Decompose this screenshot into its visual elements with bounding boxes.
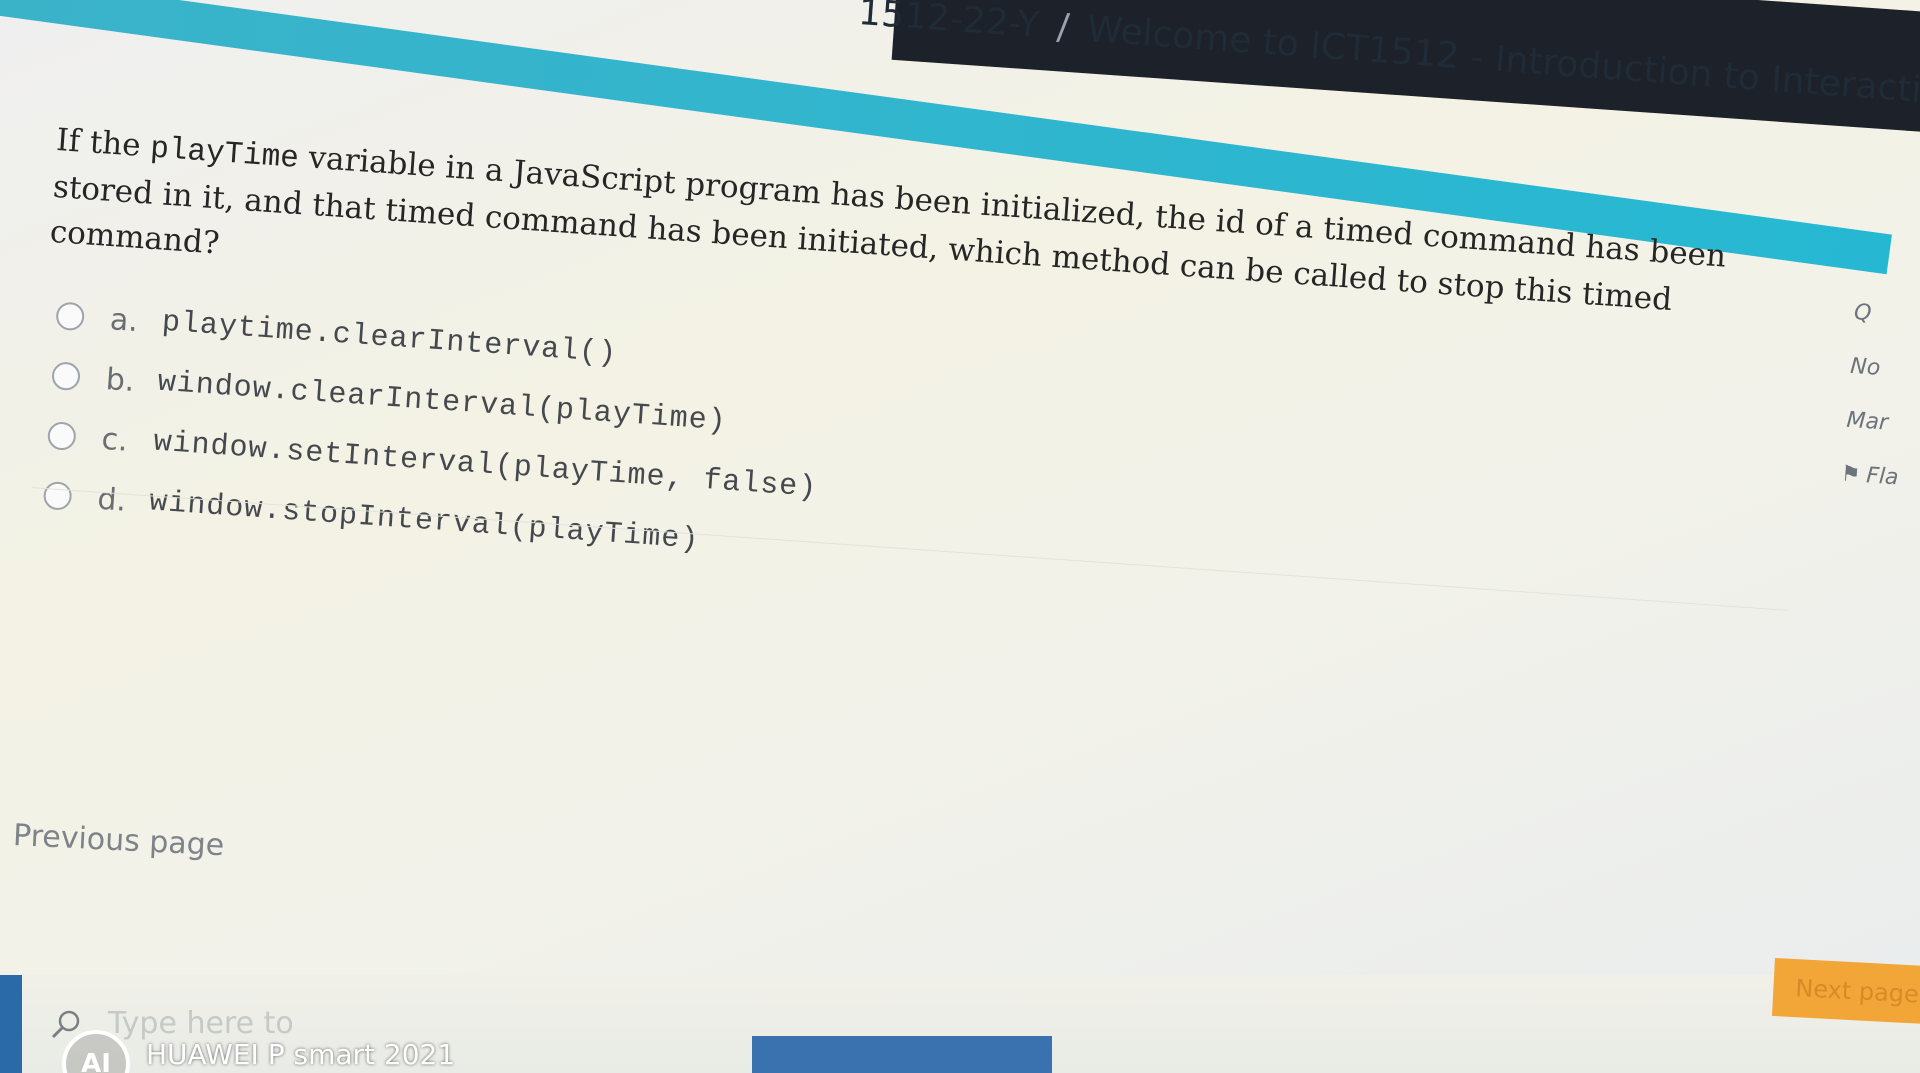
taskbar-app-button[interactable] — [752, 1036, 1052, 1073]
next-page-button[interactable]: Next page — [1771, 958, 1920, 1025]
question-status-label: No — [1849, 353, 1882, 381]
flag-icon: ⚑ — [1841, 461, 1868, 489]
radio-button-d[interactable] — [42, 480, 73, 511]
question-marks-label: Mar — [1845, 407, 1889, 436]
flag-question-link[interactable]: ⚑ Fla — [1840, 462, 1899, 520]
breadcrumb-separator: / — [1055, 6, 1071, 49]
quiz-info-panel: Q No Mar ⚑ Fla — [1840, 300, 1911, 519]
screen: 1512-22-Y / Welcome to ICT1512 - Introduct… — [0, 0, 1920, 1073]
radio-button-c[interactable] — [46, 421, 77, 451]
ai-camera-logo: AI — [62, 1030, 130, 1073]
answer-letter: b. — [104, 361, 136, 399]
answer-letter: a. — [108, 301, 140, 339]
question-code-var: playTime — [149, 131, 300, 177]
question-text-part2: variable in a JavaScript program has bee… — [48, 138, 1728, 318]
camera-model-text: HUAWEI P smart 2021 — [146, 1037, 456, 1071]
camera-watermark: AI HUAWEI P smart 2021 — [62, 1030, 455, 1073]
answer-letter: c. — [100, 421, 129, 459]
question-number-label: Q — [1853, 300, 1873, 327]
radio-button-b[interactable] — [51, 361, 81, 392]
previous-page-button[interactable]: Previous page — [12, 818, 225, 863]
flag-label: Fla — [1865, 463, 1900, 491]
radio-button-a[interactable] — [55, 301, 86, 332]
breadcrumb-course-link[interactable]: 1512-22-Y — [857, 0, 1041, 46]
taskbar-start-edge — [0, 975, 22, 1073]
answer-letter: d. — [96, 481, 128, 519]
question-text-part1: If the — [55, 121, 152, 165]
